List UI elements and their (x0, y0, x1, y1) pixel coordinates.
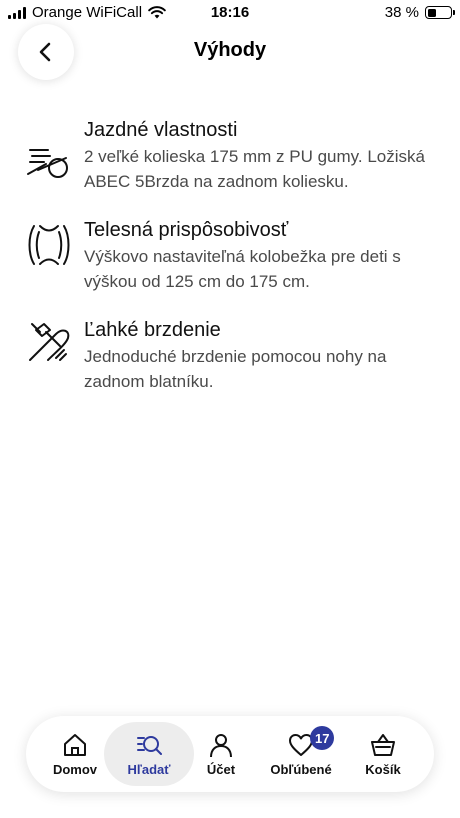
status-right: 38 % (384, 4, 455, 21)
home-icon (64, 734, 86, 756)
tab-label: Košík (365, 762, 401, 777)
tab-label: Obľúbené (270, 762, 332, 777)
tab-account[interactable]: Účet (176, 722, 266, 786)
benefit-text: Výškovo nastaviteľná kolobežka pre deti … (84, 247, 401, 291)
ride-wheel-icon (27, 149, 68, 178)
page-title: Výhody (193, 39, 267, 61)
tab-label: Hľadať (127, 762, 171, 777)
benefit-text: Jednoduché brzdenie pomocou nohy na zadn… (84, 347, 387, 391)
tab-favorites[interactable]: 17 Obľúbené (256, 722, 346, 786)
tab-label: Domov (52, 762, 98, 777)
benefit-title: Jazdné vlastnosti (84, 119, 238, 141)
tab-label: Účet (206, 762, 236, 777)
benefit-item: Telesná prispôsobivosť Výškovo nastavite… (0, 216, 460, 294)
benefit-item: Jazdné vlastnosti 2 veľké kolieska 175 m… (0, 116, 460, 194)
user-icon (210, 734, 232, 758)
battery-icon (425, 6, 455, 19)
basket-icon (371, 734, 395, 756)
foot-brake-icon (29, 323, 70, 361)
search-icon (137, 736, 162, 755)
bottom-tab-bar: Domov Hľadať Účet 17 Obľúbené Košík (26, 716, 434, 792)
benefit-item: Ľahké brzdenie Jednoduché brzdenie pomoc… (0, 316, 460, 394)
battery-percent: 38 % (384, 4, 419, 21)
header: Výhody (0, 22, 460, 82)
battery-fill (427, 8, 436, 17)
benefit-title: Ľahké brzdenie (84, 319, 221, 341)
benefit-title: Telesná prispôsobivosť (84, 219, 289, 241)
tab-cart[interactable]: Košík (338, 722, 428, 786)
benefit-text: 2 veľké kolieska 175 mm z PU gumy. Ložis… (84, 147, 425, 191)
favorites-count-badge: 17 (310, 726, 335, 750)
benefits-list: Jazdné vlastnosti 2 veľké kolieska 175 m… (0, 116, 460, 416)
adjustable-height-icon (28, 225, 70, 265)
